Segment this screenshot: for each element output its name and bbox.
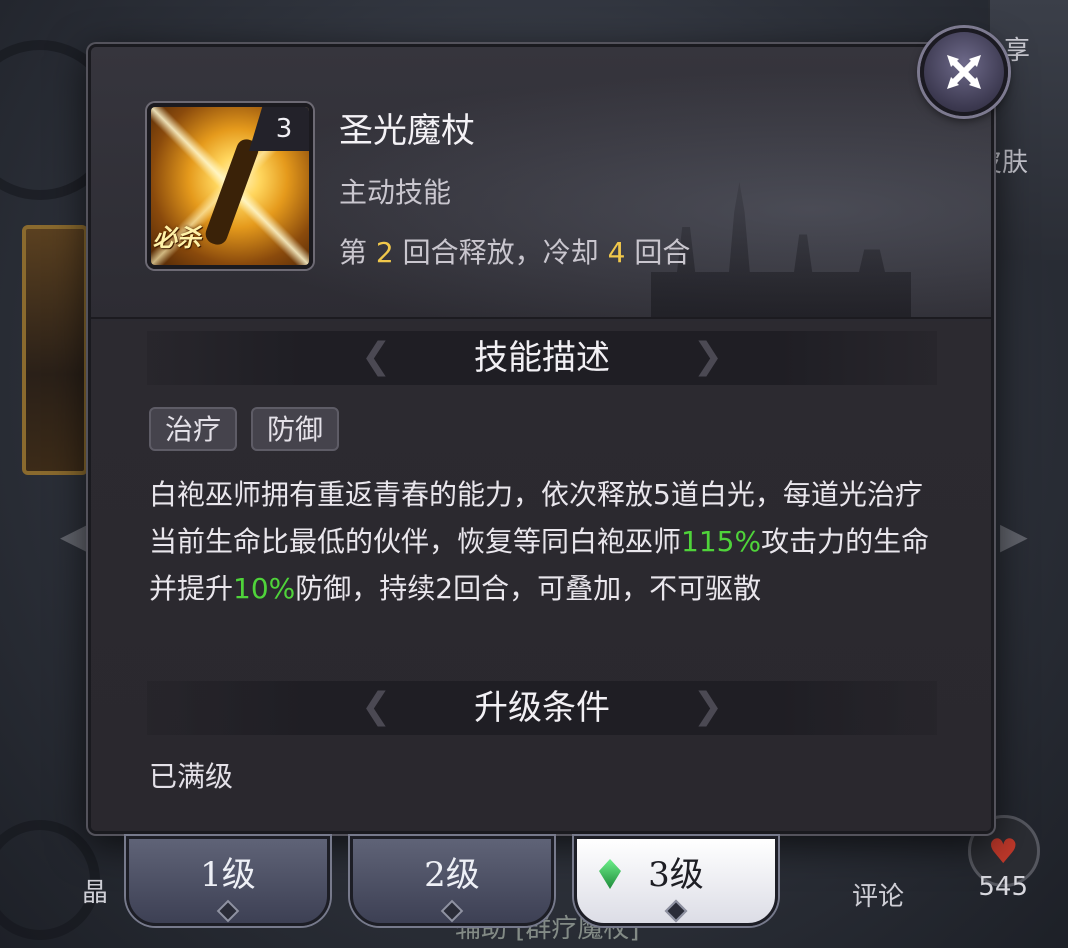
description-text-3: 防御，持续2回合，可叠加，不可驱散: [295, 572, 762, 605]
upgrade-header: ❮ 升级条件 ❯: [147, 681, 937, 735]
heart-icon: ♥: [988, 832, 1019, 872]
close-button[interactable]: [920, 28, 1008, 116]
ornament-left-icon: ❮: [361, 686, 392, 727]
right-arrow-icon[interactable]: ▶: [1000, 516, 1028, 557]
release-round: 2: [375, 236, 394, 269]
share-label[interactable]: 享: [1004, 30, 1030, 67]
description-title: 技能描述: [474, 338, 610, 378]
ornament-right-icon: ❯: [692, 686, 723, 727]
comment-label[interactable]: 评论: [852, 876, 904, 913]
tag-heal: 治疗: [149, 407, 238, 451]
tab-pin-icon: [664, 899, 688, 923]
tab-level-3-label: 3级: [648, 855, 704, 895]
ornament-left-icon: ❮: [361, 336, 392, 377]
hero-portrait-frame: [22, 225, 88, 475]
holy-staff-icon: 3 必杀: [147, 103, 313, 269]
upgrade-title: 升级条件: [474, 688, 610, 728]
tab-level-2[interactable]: 2级: [350, 836, 554, 926]
likes-count: 545: [978, 872, 1028, 902]
skill-tags: 治疗 防御: [149, 407, 340, 451]
crystal-label[interactable]: 晶: [82, 872, 108, 909]
description-highlight-1: 115%: [681, 525, 762, 558]
left-arrow-icon[interactable]: ◀: [60, 516, 88, 557]
tab-pin-icon: [440, 899, 464, 923]
description-header: ❮ 技能描述 ❯: [147, 331, 937, 385]
tab-pin-icon: [216, 899, 240, 923]
tab-level-3[interactable]: 3级: [574, 836, 778, 926]
upgrade-status: 已满级: [149, 760, 234, 793]
cooldown-prefix: 第: [339, 236, 368, 269]
skill-name: 圣光魔杖: [339, 111, 475, 151]
cooldown-rounds: 4: [607, 236, 626, 269]
skill-type: 主动技能: [339, 176, 452, 209]
skill-cooldown: 第 2 回合释放，冷却 4 回合: [339, 231, 690, 271]
tab-level-1-label: 1级: [200, 855, 256, 895]
skill-description: 白袍巫师拥有重返青春的能力，依次释放5道白光，每道光治疗当前生命比最低的伙伴，恢…: [149, 471, 949, 612]
close-icon: [947, 55, 981, 89]
tag-defense: 防御: [251, 407, 340, 451]
green-gem-icon: [599, 859, 621, 889]
ornament-right-icon: ❯: [692, 336, 723, 377]
tab-level-1[interactable]: 1级: [126, 836, 330, 926]
skill-detail-dialog: 3 必杀 圣光魔杖 主动技能 第 2 回合释放，冷却 4 回合 ❮ 技能描述 ❯…: [88, 44, 994, 834]
cooldown-suffix: 回合: [634, 236, 691, 269]
description-highlight-2: 10%: [233, 572, 296, 605]
cooldown-mid: 回合释放，冷却: [402, 236, 599, 269]
tab-level-2-label: 2级: [424, 855, 480, 895]
ultimate-tag: 必杀: [153, 224, 201, 252]
